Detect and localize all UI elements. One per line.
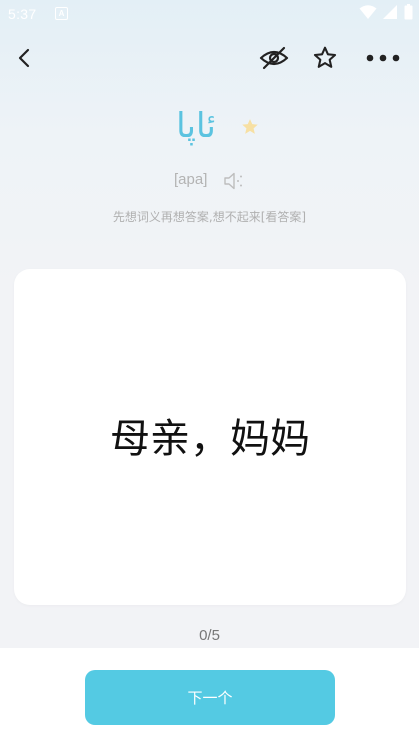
phonetic-row: [apa] — [0, 168, 419, 194]
toolbar — [0, 36, 419, 80]
chevron-left-icon — [18, 48, 30, 68]
wifi-icon — [359, 5, 377, 19]
eye-off-icon — [259, 46, 289, 70]
notification-icon: A — [55, 7, 68, 20]
progress-counter: 0/5 — [199, 627, 220, 644]
star-outline-icon — [313, 46, 337, 68]
next-button[interactable]: 下一个 — [85, 670, 335, 725]
meaning-card[interactable]: 母亲，妈妈 — [14, 269, 406, 605]
bottom-panel: 下一个 — [0, 648, 419, 746]
battery-icon — [404, 4, 413, 20]
back-button[interactable] — [6, 40, 42, 76]
hint: 先想词义再想答案,想不起来[看答案] — [0, 208, 419, 225]
favorite-button[interactable] — [307, 40, 343, 76]
hint-text: 先想词义再想答案,想不起来 — [112, 210, 261, 224]
status-bar: 5:37 A — [0, 0, 419, 28]
phonetic-text: [apa] — [174, 171, 208, 188]
signal-icon — [383, 5, 397, 19]
more-horizontal-icon — [366, 54, 400, 62]
more-button[interactable] — [365, 40, 401, 76]
hide-meaning-button[interactable] — [256, 40, 292, 76]
star-filled-icon — [242, 119, 258, 134]
word-header: ئاپا — [0, 100, 419, 152]
speaker-icon[interactable] — [222, 169, 246, 193]
show-answer-link[interactable]: [看答案] — [261, 210, 306, 224]
status-time: 5:37 — [8, 6, 37, 22]
meaning-text: 母亲，妈妈 — [110, 416, 310, 462]
word-text: ئاپا — [176, 106, 216, 146]
status-icons — [359, 4, 413, 20]
